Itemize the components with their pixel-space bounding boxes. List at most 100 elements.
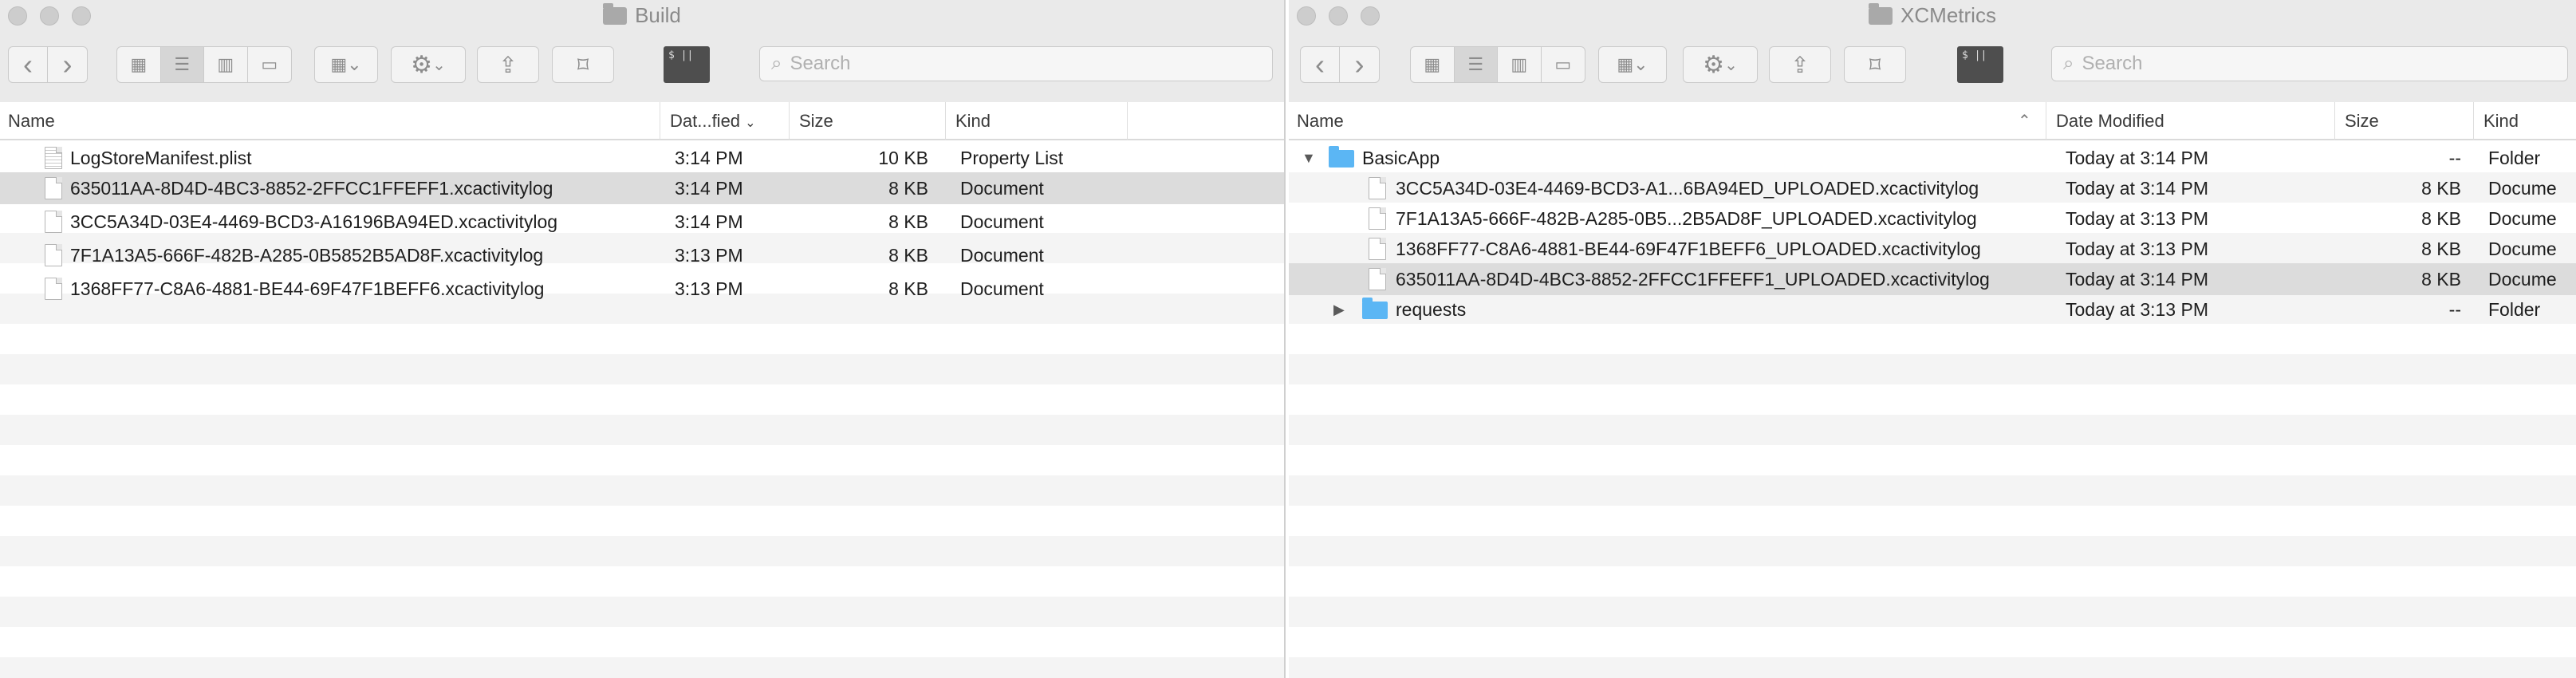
- list-item[interactable]: 3CC5A34D-03E4-4469-BCD3-A16196BA94ED.xca…: [0, 206, 1284, 238]
- share-icon: ⇪: [498, 52, 518, 77]
- file-date: Today at 3:13 PM: [2066, 238, 2208, 259]
- chevron-down-icon: ⌄: [1633, 54, 1648, 74]
- list-item-folder-basicapp[interactable]: ▼ BasicApp Today at 3:14 PM -- Folder: [1289, 142, 2576, 174]
- chevron-right-icon: ›: [62, 48, 73, 81]
- column-name[interactable]: Name: [0, 102, 660, 140]
- file-size: 8 KB: [888, 178, 928, 199]
- column-date-modified[interactable]: Date Modified: [2048, 102, 2335, 140]
- file-date: Today at 3:14 PM: [2066, 178, 2208, 199]
- file-name: BasicApp: [1362, 148, 1440, 168]
- share-button[interactable]: ⇪: [1769, 46, 1831, 83]
- search-icon: ⌕: [771, 53, 782, 74]
- view-mode-buttons: ▦ ☰ ▥ ▭: [116, 46, 292, 83]
- column-kind[interactable]: Kind: [2476, 102, 2576, 140]
- list-item[interactable]: 3CC5A34D-03E4-4469-BCD3-A1...6BA94ED_UPL…: [1289, 172, 2576, 204]
- column-size[interactable]: Size: [791, 102, 946, 140]
- gallery-icon: ▭: [1554, 54, 1572, 74]
- back-button[interactable]: ‹: [1301, 47, 1341, 82]
- file-name: 3CC5A34D-03E4-4469-BCD3-A1...6BA94ED_UPL…: [1396, 178, 1979, 199]
- folder-icon: [603, 2, 628, 25]
- list-item[interactable]: 1368FF77-C8A6-4881-BE44-69F47F1BEFF6_UPL…: [1289, 233, 2576, 265]
- file-date: 3:13 PM: [675, 278, 743, 299]
- chevron-left-icon: ‹: [1315, 48, 1325, 81]
- list-item-folder-requests[interactable]: ▶ requests Today at 3:13 PM -- Folder: [1289, 294, 2576, 325]
- file-kind: Folder: [2488, 148, 2541, 168]
- columns-icon: ▥: [1511, 54, 1528, 74]
- plist-file-icon: [45, 147, 62, 169]
- file-date: Today at 3:13 PM: [2066, 299, 2208, 320]
- icon-view-button[interactable]: ▦: [1411, 47, 1455, 82]
- file-date: 3:14 PM: [675, 148, 743, 168]
- list-item[interactable]: 7F1A13A5-666F-482B-A285-0B5852B5AD8F.xca…: [0, 239, 1284, 271]
- view-mode-buttons: ▦ ☰ ▥ ▭: [1410, 46, 1585, 83]
- forward-button[interactable]: ›: [48, 47, 87, 82]
- file-name: 7F1A13A5-666F-482B-A285-0B5...2B5AD8F_UP…: [1396, 208, 1977, 229]
- terminal-button[interactable]: $ ||: [664, 46, 710, 83]
- search-input[interactable]: [790, 53, 1191, 75]
- file-kind: Docume: [2488, 178, 2557, 199]
- action-button[interactable]: ⚙ ⌄: [391, 46, 466, 83]
- column-view-button[interactable]: ▥: [1498, 47, 1542, 82]
- forward-button[interactable]: ›: [1340, 47, 1379, 82]
- file-size: 8 KB: [2421, 269, 2461, 290]
- file-size: 8 KB: [2421, 238, 2461, 259]
- terminal-icon: $ ||: [668, 49, 694, 61]
- list-item[interactable]: 635011AA-8D4D-4BC3-8852-2FFCC1FFEFF1_UPL…: [1289, 263, 2576, 295]
- finder-window-build: Build ‹ › ▦ ☰ ▥ ▭ ▦⌄ ⚙⌄ ⇪ ⌑ $ || ⌕ Name …: [0, 0, 1286, 678]
- file-name: 635011AA-8D4D-4BC3-8852-2FFCC1FFEFF1_UPL…: [1396, 269, 1990, 290]
- terminal-icon: $ ||: [1962, 49, 1987, 61]
- file-size: 8 KB: [888, 278, 928, 299]
- file-kind: Document: [960, 178, 1044, 199]
- gear-icon: ⚙: [1703, 51, 1725, 78]
- back-button[interactable]: ‹: [9, 47, 49, 82]
- file-name: 3CC5A34D-03E4-4469-BCD3-A16196BA94ED.xca…: [70, 211, 558, 232]
- window-title-text: XCMetrics: [1900, 3, 1996, 27]
- list-item[interactable]: 635011AA-8D4D-4BC3-8852-2FFCC1FFEFF1.xca…: [0, 172, 1284, 204]
- gear-icon: ⚙: [411, 51, 433, 78]
- terminal-button[interactable]: $ ||: [1957, 46, 2003, 83]
- share-button[interactable]: ⇪: [477, 46, 539, 83]
- disclosure-triangle-closed-icon[interactable]: ▶: [1333, 294, 1345, 325]
- file-size: 8 KB: [888, 211, 928, 232]
- chevron-down-icon: ⌄: [432, 56, 446, 74]
- tag-button[interactable]: ⌑: [1844, 46, 1906, 83]
- tag-icon: ⌑: [577, 52, 589, 77]
- file-name: 635011AA-8D4D-4BC3-8852-2FFCC1FFEFF1.xca…: [70, 178, 553, 199]
- search-field[interactable]: ⌕: [2051, 46, 2568, 81]
- disclosure-triangle-open-icon[interactable]: ▼: [1302, 142, 1316, 174]
- file-date: 3:13 PM: [675, 245, 743, 266]
- chevron-right-icon: ›: [1354, 48, 1365, 81]
- column-name[interactable]: Name ⌃: [1289, 102, 2046, 140]
- search-input[interactable]: [2082, 53, 2486, 75]
- file-name: requests: [1396, 299, 1467, 320]
- column-date-modified[interactable]: Dat...fied ⌄: [662, 102, 790, 140]
- icon-view-button[interactable]: ▦: [117, 47, 161, 82]
- group-button[interactable]: ▦ ⌄: [314, 46, 378, 83]
- file-kind: Docume: [2488, 238, 2557, 259]
- list-item[interactable]: 7F1A13A5-666F-482B-A285-0B5...2B5AD8F_UP…: [1289, 203, 2576, 235]
- list-view-button[interactable]: ☰: [160, 47, 204, 82]
- share-icon: ⇪: [1790, 52, 1810, 77]
- list-icon: ☰: [1467, 54, 1484, 74]
- document-icon: [45, 244, 62, 266]
- column-size[interactable]: Size: [2337, 102, 2474, 140]
- list-view-button[interactable]: ☰: [1454, 47, 1498, 82]
- gallery-view-button[interactable]: ▭: [1542, 47, 1585, 82]
- nav-buttons: ‹ ›: [1300, 46, 1380, 83]
- tag-button[interactable]: ⌑: [552, 46, 614, 83]
- list-item[interactable]: LogStoreManifest.plist 3:14 PM 10 KB Pro…: [0, 142, 1284, 174]
- column-view-button[interactable]: ▥: [204, 47, 248, 82]
- gallery-view-button[interactable]: ▭: [248, 47, 292, 82]
- search-field[interactable]: ⌕: [759, 46, 1273, 81]
- column-kind[interactable]: Kind: [947, 102, 1128, 140]
- file-size: 8 KB: [2421, 208, 2461, 229]
- file-size: --: [2448, 299, 2461, 320]
- window-title-text: Build: [635, 3, 681, 27]
- action-button[interactable]: ⚙ ⌄: [1683, 46, 1758, 83]
- file-list: LogStoreManifest.plist 3:14 PM 10 KB Pro…: [0, 142, 1284, 678]
- group-button[interactable]: ▦ ⌄: [1598, 46, 1667, 83]
- file-date: Today at 3:14 PM: [2066, 269, 2208, 290]
- list-item[interactable]: 1368FF77-C8A6-4881-BE44-69F47F1BEFF6.xca…: [0, 273, 1284, 305]
- document-icon: [1369, 177, 1386, 199]
- window-title: XCMetrics: [1289, 2, 2576, 28]
